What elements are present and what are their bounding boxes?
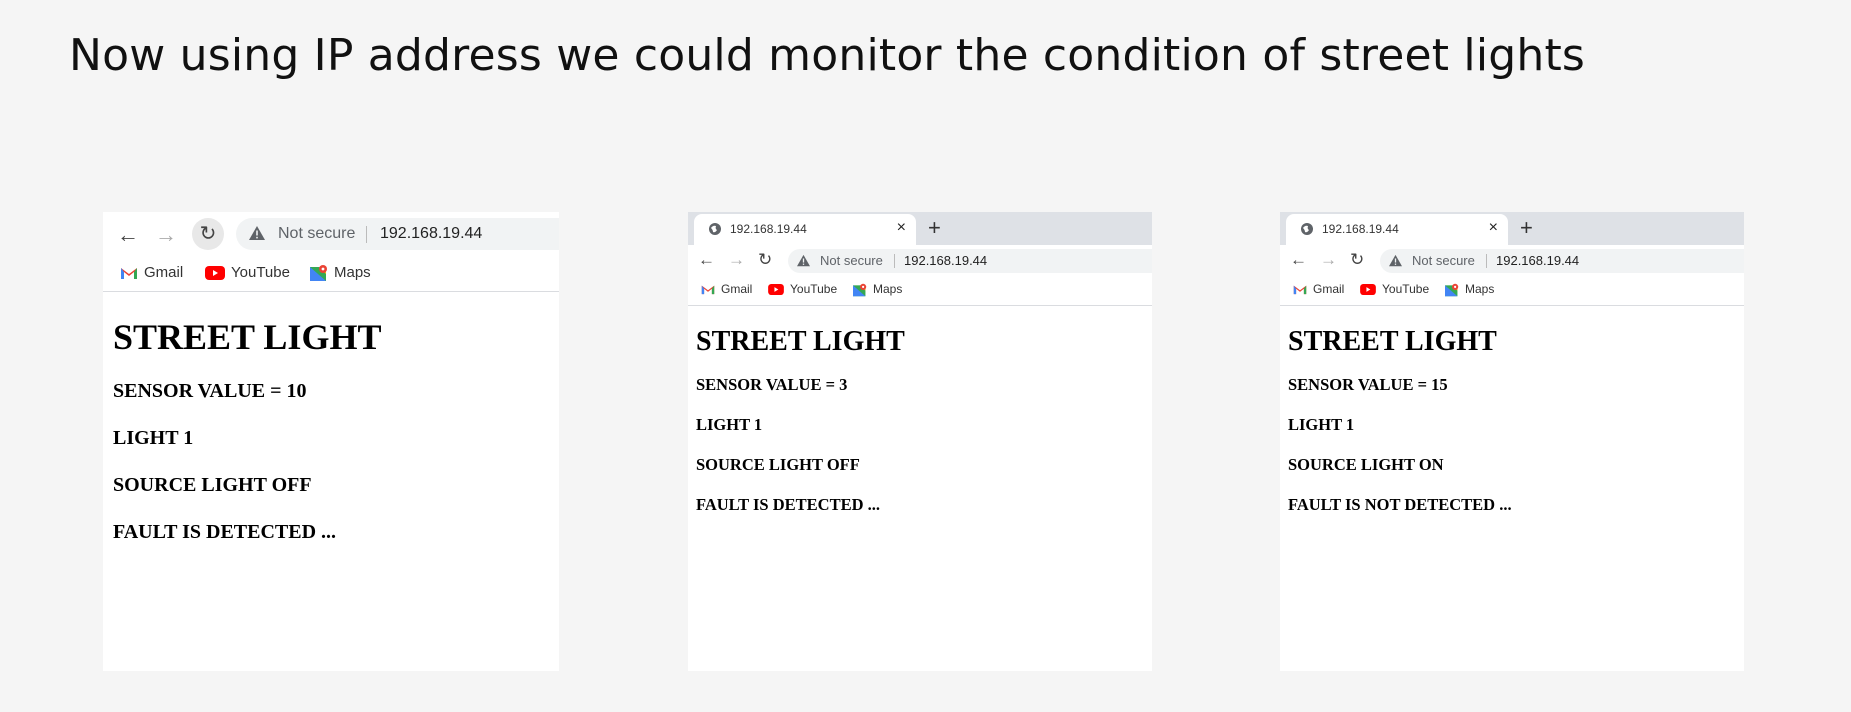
globe-icon [1301, 223, 1313, 235]
page-heading: STREET LIGHT [113, 317, 382, 357]
bookmark-label: Gmail [1313, 282, 1345, 296]
bookmark-label: Maps [1465, 282, 1495, 296]
address-bar[interactable]: Not secure 192.168.19.44 [788, 249, 1152, 273]
bookmarks-bar: Gmail YouTube Maps [103, 257, 559, 292]
page-heading: STREET LIGHT [1288, 326, 1497, 357]
light-line: LIGHT 1 [1288, 415, 1355, 434]
light-line: LIGHT 1 [696, 415, 763, 434]
warning-triangle-icon [248, 225, 266, 246]
browser-screenshot-3: 192.168.19.44 × + ← → ↻ Not secure 192.1… [1280, 212, 1744, 671]
browser-toolbar: ← → ↻ Not secure 192.168.19.44 [1280, 245, 1744, 276]
bookmark-label: YouTube [1382, 282, 1430, 296]
bookmark-maps[interactable]: Maps [310, 264, 371, 282]
maps-icon [1445, 283, 1459, 297]
tab-strip: 192.168.19.44 × + [688, 212, 1152, 245]
bookmark-youtube[interactable]: YouTube [768, 282, 837, 296]
page-content: STREET LIGHT SENSOR VALUE = 10 LIGHT 1 S… [103, 292, 559, 544]
sensor-value-line: SENSOR VALUE = 3 [696, 375, 848, 394]
maps-icon [310, 265, 327, 282]
slide-title: Now using IP address we could monitor th… [69, 30, 1586, 81]
address-bar[interactable]: Not secure 192.168.19.44 [1380, 249, 1744, 273]
forward-arrow-icon[interactable]: → [728, 250, 745, 270]
not-secure-label: Not secure [1412, 253, 1475, 268]
back-arrow-icon[interactable]: ← [1290, 250, 1307, 270]
gmail-icon [701, 285, 715, 295]
warning-triangle-icon [1388, 254, 1403, 270]
new-tab-button[interactable]: + [1520, 215, 1533, 241]
bookmark-label: YouTube [231, 264, 290, 281]
browser-tab[interactable]: 192.168.19.44 × [694, 214, 916, 245]
reload-icon[interactable]: ↻ [758, 250, 772, 270]
browser-screenshot-1: ← → ↻ Not secure 192.168.19.44 Gmail You… [103, 212, 559, 671]
back-arrow-icon[interactable]: ← [117, 222, 139, 248]
bookmark-label: Gmail [144, 264, 184, 281]
address-bar[interactable]: Not secure 192.168.19.44 [236, 218, 559, 250]
youtube-icon [768, 284, 784, 296]
tab-title: 192.168.19.44 [1322, 222, 1399, 236]
bookmark-label: Gmail [721, 282, 753, 296]
bookmark-gmail[interactable]: Gmail [701, 282, 752, 296]
tab-strip: 192.168.19.44 × + [1280, 212, 1744, 245]
close-tab-icon[interactable]: × [897, 219, 906, 237]
forward-arrow-icon[interactable]: → [155, 222, 177, 248]
youtube-icon [205, 266, 225, 281]
browser-tab[interactable]: 192.168.19.44 × [1286, 214, 1508, 245]
url-text[interactable]: 192.168.19.44 [904, 253, 987, 268]
globe-icon [709, 223, 721, 235]
warning-triangle-icon [796, 254, 811, 270]
not-secure-label: Not secure [820, 253, 883, 268]
fault-status-line: FAULT IS DETECTED ... [696, 495, 881, 514]
page-content: STREET LIGHT SENSOR VALUE = 15 LIGHT 1 S… [1280, 306, 1744, 515]
source-light-line: SOURCE LIGHT OFF [113, 474, 312, 496]
browser-screenshot-2: 192.168.19.44 × + ← → ↻ Not secure 192.1… [688, 212, 1152, 671]
fault-status-line: FAULT IS NOT DETECTED ... [1288, 495, 1512, 514]
gmail-icon [121, 268, 137, 280]
close-tab-icon[interactable]: × [1489, 219, 1498, 237]
new-tab-button[interactable]: + [928, 215, 941, 241]
url-text[interactable]: 192.168.19.44 [380, 225, 482, 243]
bookmark-gmail[interactable]: Gmail [1293, 282, 1344, 296]
url-text[interactable]: 192.168.19.44 [1496, 253, 1579, 268]
bookmark-label: Maps [873, 282, 903, 296]
source-light-line: SOURCE LIGHT OFF [696, 455, 860, 474]
gmail-icon [1293, 285, 1307, 295]
bookmark-youtube[interactable]: YouTube [1360, 282, 1429, 296]
bookmark-gmail[interactable]: Gmail [120, 264, 183, 281]
bookmark-maps[interactable]: Maps [1445, 282, 1494, 297]
forward-arrow-icon[interactable]: → [1320, 250, 1337, 270]
page-content: STREET LIGHT SENSOR VALUE = 3 LIGHT 1 SO… [688, 306, 1152, 515]
page-heading: STREET LIGHT [696, 326, 905, 357]
back-arrow-icon[interactable]: ← [698, 250, 715, 270]
reload-icon[interactable]: ↻ [1350, 250, 1364, 270]
reload-icon[interactable]: ↻ [192, 218, 224, 250]
light-line: LIGHT 1 [113, 427, 194, 449]
browser-toolbar: ← → ↻ Not secure 192.168.19.44 [103, 212, 559, 257]
bookmark-youtube[interactable]: YouTube [205, 264, 290, 281]
maps-icon [853, 283, 867, 297]
separator [366, 226, 367, 243]
bookmarks-bar: Gmail YouTube Maps [1280, 276, 1744, 306]
bookmark-label: YouTube [790, 282, 838, 296]
separator [894, 254, 895, 268]
source-light-line: SOURCE LIGHT ON [1288, 455, 1444, 474]
bookmark-maps[interactable]: Maps [853, 282, 902, 297]
bookmarks-bar: Gmail YouTube Maps [688, 276, 1152, 306]
not-secure-label: Not secure [278, 225, 356, 242]
separator [1486, 254, 1487, 268]
browser-toolbar: ← → ↻ Not secure 192.168.19.44 [688, 245, 1152, 276]
sensor-value-line: SENSOR VALUE = 15 [1288, 375, 1448, 394]
youtube-icon [1360, 284, 1376, 296]
fault-status-line: FAULT IS DETECTED ... [113, 521, 337, 543]
tab-title: 192.168.19.44 [730, 222, 807, 236]
sensor-value-line: SENSOR VALUE = 10 [113, 380, 307, 402]
bookmark-label: Maps [334, 264, 371, 281]
